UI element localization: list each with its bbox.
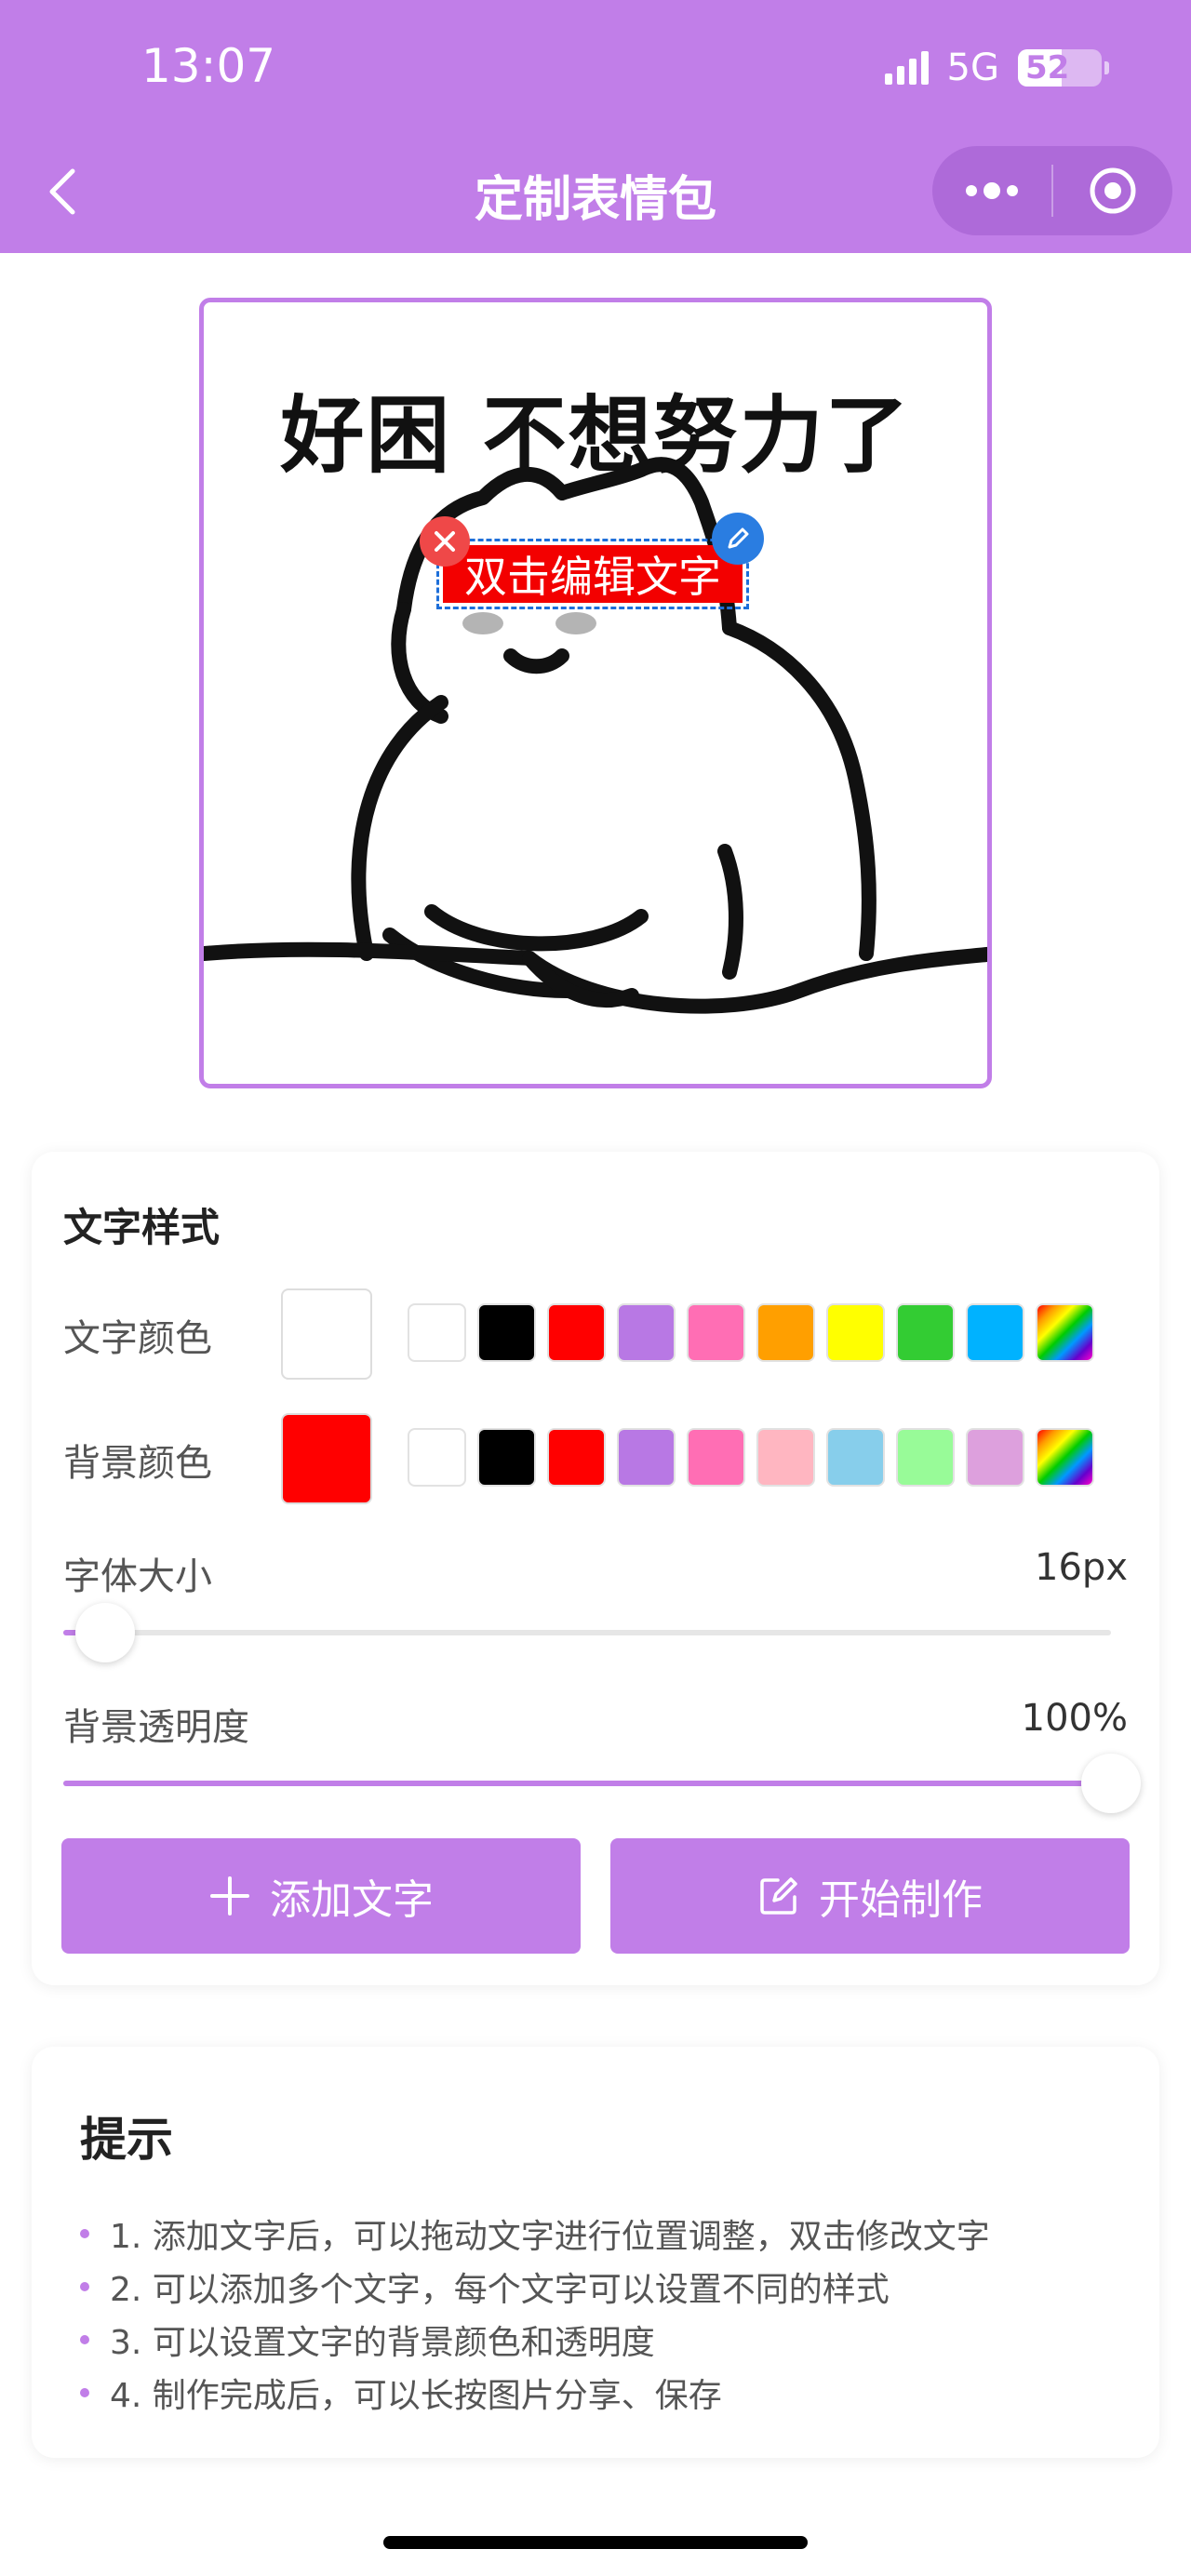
target-circle-icon [1090, 167, 1136, 214]
network-type: 5G [946, 47, 999, 89]
add-text-button[interactable]: 添加文字 [61, 1838, 581, 1954]
bg-color-swatch-8[interactable] [966, 1428, 1024, 1487]
more-button[interactable] [932, 146, 1051, 235]
cat-illustration [204, 457, 987, 1014]
signal-icon [884, 51, 929, 85]
bg-color-swatch-5[interactable] [756, 1428, 815, 1487]
bg-color-swatch-0[interactable] [408, 1428, 466, 1487]
meme-canvas[interactable]: 好困 不想努力了 双击编辑文字 [199, 298, 992, 1088]
bg-color-swatch-6[interactable] [826, 1428, 885, 1487]
opacity-slider[interactable] [63, 1754, 1141, 1813]
sticker-text: 双击编辑文字 [443, 545, 743, 603]
add-text-label: 添加文字 [270, 1876, 434, 1924]
status-time: 13:07 [141, 39, 276, 93]
tip-item: 1. 添加文字后，可以拖动文字进行位置调整，双击修改文字 [80, 2207, 990, 2260]
close-icon [435, 531, 455, 552]
bg-color-swatch-4[interactable] [687, 1428, 745, 1487]
pencil-icon [728, 527, 749, 549]
current-text-color [281, 1288, 372, 1380]
text-color-swatch-3[interactable] [617, 1303, 676, 1362]
opacity-value: 100% [1021, 1697, 1128, 1740]
opacity-label: 背景透明度 [63, 1706, 249, 1749]
text-color-label: 文字颜色 [63, 1317, 212, 1360]
text-color-swatch-2[interactable] [547, 1303, 606, 1362]
sticker-delete-button[interactable] [420, 516, 470, 567]
font-size-label: 字体大小 [63, 1555, 212, 1598]
text-color-swatch-0[interactable] [408, 1303, 466, 1362]
tip-text: 1. 添加文字后，可以拖动文字进行位置调整，双击修改文字 [110, 2217, 990, 2256]
text-color-swatch-5[interactable] [756, 1303, 815, 1362]
bg-color-swatch-custom[interactable] [1036, 1428, 1094, 1487]
start-making-button[interactable]: 开始制作 [610, 1838, 1130, 1954]
tips-list: 1. 添加文字后，可以拖动文字进行位置调整，双击修改文字 2. 可以添加多个文字… [80, 2207, 990, 2419]
tip-text: 3. 可以设置文字的背景颜色和透明度 [110, 2323, 655, 2362]
more-dots-icon [966, 182, 1018, 199]
tip-item: 3. 可以设置文字的背景颜色和透明度 [80, 2313, 990, 2366]
font-size-slider[interactable] [63, 1603, 1111, 1662]
bg-color-label: 背景颜色 [63, 1442, 212, 1485]
battery-icon: 52 [1018, 49, 1109, 87]
text-color-swatch-custom[interactable] [1036, 1303, 1094, 1362]
tip-text: 4. 制作完成后，可以长按图片分享、保存 [110, 2376, 722, 2415]
font-size-value: 16px [1035, 1546, 1128, 1589]
header: 13:07 5G 52 定制表情包 [0, 0, 1191, 253]
text-color-swatch-6[interactable] [826, 1303, 885, 1362]
tip-item: 2. 可以添加多个文字，每个文字可以设置不同的样式 [80, 2260, 990, 2313]
bg-color-palette [408, 1428, 1094, 1487]
home-indicator [383, 2536, 808, 2549]
sticker-edit-button[interactable] [712, 513, 764, 565]
bg-color-swatch-7[interactable] [896, 1428, 955, 1487]
tips-title: 提示 [80, 2113, 173, 2167]
bg-color-swatch-2[interactable] [547, 1428, 606, 1487]
tip-item: 4. 制作完成后，可以长按图片分享、保存 [80, 2366, 990, 2419]
start-making-label: 开始制作 [819, 1876, 983, 1924]
bg-color-swatch-1[interactable] [477, 1428, 536, 1487]
text-color-swatch-7[interactable] [896, 1303, 955, 1362]
bg-color-swatch-3[interactable] [617, 1428, 676, 1487]
tip-text: 2. 可以添加多个文字，每个文字可以设置不同的样式 [110, 2270, 890, 2309]
text-color-palette [408, 1303, 1094, 1362]
text-color-swatch-1[interactable] [477, 1303, 536, 1362]
text-style-panel: 文字样式 文字颜色 背景颜色 字体大小 16px 背景透明度 100% 添加文字… [32, 1152, 1159, 1985]
close-program-button[interactable] [1053, 146, 1172, 235]
plus-icon [210, 1876, 249, 1915]
mini-program-capsule [932, 146, 1172, 235]
status-indicators: 5G 52 [884, 47, 1109, 89]
battery-level: 52 [1025, 49, 1070, 87]
font-size-slider-thumb[interactable] [75, 1603, 136, 1662]
text-sticker[interactable]: 双击编辑文字 [436, 539, 749, 609]
edit-square-icon [760, 1877, 797, 1915]
text-color-swatch-4[interactable] [687, 1303, 745, 1362]
opacity-slider-thumb[interactable] [1081, 1754, 1141, 1813]
opacity-slider-fill [63, 1781, 1111, 1786]
section-title: 文字样式 [63, 1205, 221, 1250]
text-color-swatch-8[interactable] [966, 1303, 1024, 1362]
current-bg-color [281, 1413, 372, 1504]
tips-panel: 提示 1. 添加文字后，可以拖动文字进行位置调整，双击修改文字 2. 可以添加多… [32, 2047, 1159, 2458]
